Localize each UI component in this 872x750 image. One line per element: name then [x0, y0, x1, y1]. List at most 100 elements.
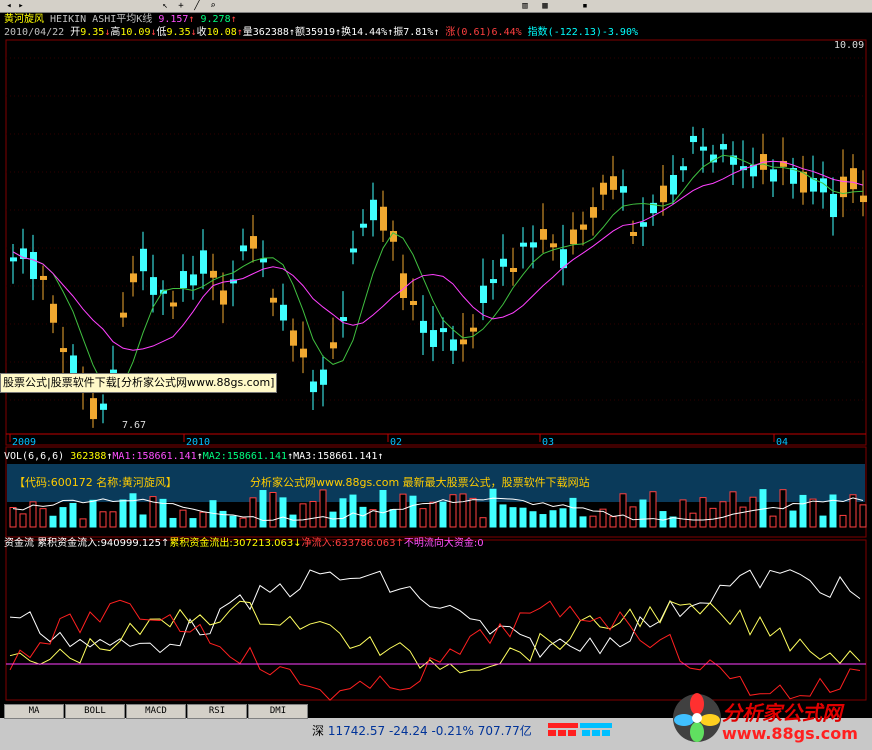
candle-body [170, 302, 177, 307]
volume-bar [839, 514, 847, 528]
volume-bar [299, 503, 307, 528]
plus-icon[interactable]: + [176, 1, 186, 11]
candle-body [620, 186, 627, 193]
volume-bar [729, 491, 737, 528]
low-price-marker: 7.67 [122, 420, 147, 431]
candle-body [630, 231, 637, 236]
volume-bar [109, 511, 117, 528]
axis-label: 2009 [12, 437, 36, 448]
outflow-value: 307213.063 [232, 538, 294, 549]
ma1-label: MA1: [112, 451, 137, 462]
volume-bar [269, 492, 277, 528]
volume-bar [649, 491, 657, 528]
volume-bar [99, 511, 107, 528]
candle-body [470, 327, 477, 332]
candle-body [540, 229, 547, 240]
candle-body [320, 369, 327, 385]
candle-body [430, 330, 437, 347]
market-change: -24.24 [388, 724, 428, 738]
candle-body [200, 250, 207, 274]
candle-body [270, 297, 277, 303]
volume-bar [449, 494, 457, 528]
tab-ma[interactable]: MA [4, 704, 64, 719]
color-icon[interactable]: ▦ [540, 1, 550, 11]
volume-bar [139, 514, 147, 528]
volume-bar [459, 493, 467, 528]
market-value: 11742.57 [327, 724, 386, 738]
volume-bar [419, 508, 427, 528]
candle-body [590, 207, 597, 218]
volume-bar [619, 493, 627, 528]
candle-body [600, 182, 607, 195]
volume-bar [19, 513, 27, 528]
site-info: 分析家公式网www.88gs.com 最新最大股票公式，股票软件下载网站 [250, 476, 590, 489]
tab-dmi[interactable]: DMI [248, 704, 308, 719]
ma1-value: 158661.141 [136, 451, 197, 462]
volume-bar [69, 502, 77, 528]
net-label: 净流入: [301, 538, 335, 549]
volume-bar [579, 516, 587, 528]
volume-bar [89, 499, 97, 528]
volume-bar [259, 490, 267, 528]
logo-url[interactable]: www.88gs.com [722, 724, 858, 743]
candle-body [490, 279, 497, 284]
axis-label: 02 [390, 437, 402, 448]
chart-icon[interactable]: ▥ [520, 1, 530, 11]
forward-icon[interactable]: ▸ [16, 1, 26, 11]
tab-boll[interactable]: BOLL [65, 704, 125, 719]
tab-rsi[interactable]: RSI [187, 704, 247, 719]
volume-bar [719, 501, 727, 528]
tab-macd[interactable]: MACD [126, 704, 186, 719]
volume-bar [539, 514, 547, 528]
candle-body [480, 285, 487, 303]
line-icon[interactable]: ╱ [192, 1, 202, 11]
watermark-link[interactable]: 股票公式|股票软件下载[分析家公式网www.88gs.com] [0, 373, 278, 393]
candle-body [380, 206, 387, 231]
candle-body [300, 348, 307, 358]
volume-bar [849, 494, 857, 528]
flow-title: 资金流 [4, 538, 34, 549]
candle-body [290, 330, 297, 346]
candle-body [510, 267, 517, 272]
volume-bar [309, 501, 317, 528]
candle-body [190, 274, 197, 286]
volume-bar [189, 518, 197, 528]
candle-body [70, 355, 77, 374]
inflow-value: 940999.125 [100, 538, 162, 549]
volume-bar [559, 508, 567, 528]
ma2-label: MA2: [202, 451, 227, 462]
volume-bar [749, 496, 757, 528]
volume-bar [329, 511, 337, 528]
volume-bar [709, 507, 717, 528]
volume-bar [409, 495, 417, 528]
inflow-label: 累积资金流入: [37, 538, 101, 549]
volume-bar [359, 506, 367, 528]
volume-bar [39, 508, 47, 528]
candle-body [30, 251, 37, 280]
back-icon[interactable]: ◂ [4, 1, 14, 11]
logo-text: 分析家公式网 [722, 701, 842, 725]
candle-body [10, 257, 17, 262]
axis-label: 2010 [186, 437, 210, 448]
cursor-icon[interactable]: ↖ [160, 1, 170, 11]
chart-area[interactable]: 2009 2010 02 03 04 [0, 12, 872, 703]
logo-icon [673, 693, 721, 742]
volume-bar [529, 511, 537, 528]
candle-body [180, 271, 187, 289]
market-pct: -0.21% [431, 724, 474, 738]
market-index: 深 11742.57 -24.24 -0.21% 707.77亿 [312, 722, 532, 739]
zoom-icon[interactable]: ⌕ [208, 1, 218, 11]
candle-body [690, 135, 697, 143]
unknown-value: 0 [477, 538, 484, 549]
candle-body [680, 166, 687, 171]
candle-body [580, 224, 587, 230]
volume-bar [589, 515, 597, 528]
volume-bar [699, 497, 707, 528]
volume-bar [549, 510, 557, 528]
volume-bar [199, 511, 207, 528]
axis-label: 04 [776, 437, 788, 448]
candle-body [420, 320, 427, 333]
save-icon[interactable]: ▪ [580, 1, 590, 11]
candle-body [520, 242, 527, 247]
volume-bar [809, 498, 817, 528]
